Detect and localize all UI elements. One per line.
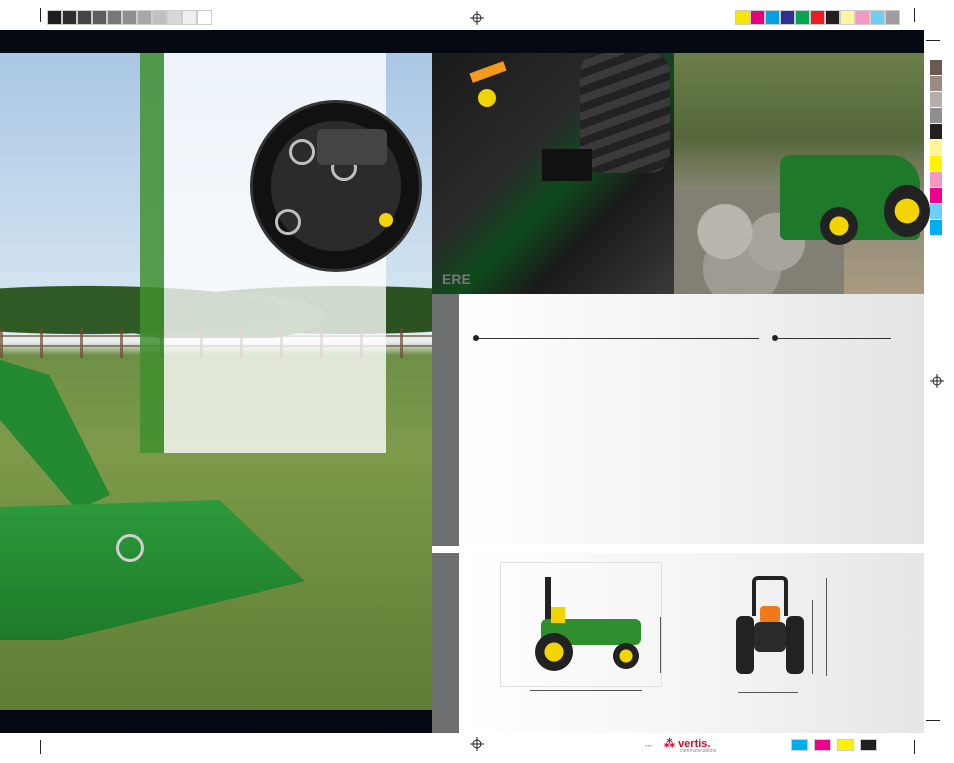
color-swatch: [765, 10, 780, 25]
cmyk-swatches: [791, 739, 877, 751]
color-swatch: [735, 10, 750, 25]
rear-view-illustration: [732, 570, 808, 680]
dimension-line: [530, 690, 642, 691]
color-bar: [735, 10, 900, 25]
cmyk-swatch: [860, 739, 877, 751]
color-swatch: [795, 10, 810, 25]
tire-decal: ERE: [442, 271, 471, 287]
grey-swatch: [107, 10, 122, 25]
callout-circle: [289, 139, 315, 165]
tire-left: [736, 616, 754, 674]
strip-swatch: [930, 92, 942, 107]
side-color-strip: [930, 60, 942, 236]
tractor-body: [754, 622, 786, 652]
yellow-knob: [478, 89, 496, 107]
crop-mark: [914, 8, 915, 22]
orange-lever: [469, 61, 507, 83]
strip-swatch: [930, 188, 942, 203]
crop-mark: [926, 40, 940, 41]
color-swatch: [855, 10, 870, 25]
grey-swatch: [92, 10, 107, 25]
dimension-line: [660, 617, 661, 673]
strip-swatch: [930, 156, 942, 171]
vendor-tagline: communications: [680, 748, 717, 754]
grayscale-bar: [47, 10, 212, 25]
tractor-wheel: [884, 185, 930, 237]
cmyk-swatch: [814, 739, 831, 751]
tractor-wheel: [535, 633, 573, 671]
grey-swatch: [62, 10, 77, 25]
yellow-knob: [379, 213, 393, 227]
side-rail: [432, 294, 459, 733]
divider: [432, 546, 924, 553]
grey-swatch: [47, 10, 62, 25]
registration-mark-icon: [470, 11, 484, 25]
features-area: [459, 294, 924, 544]
crop-mark: [40, 740, 41, 754]
pedal: [542, 149, 592, 181]
callout-circle: [275, 209, 301, 235]
strip-swatch: [930, 124, 942, 139]
grey-swatch: [167, 10, 182, 25]
accent-stripe: [140, 53, 164, 453]
tractor-photo: [780, 155, 930, 245]
color-swatch: [750, 10, 765, 25]
grey-swatch: [182, 10, 197, 25]
vendor-prefix: ▪▪▪▪▪: [645, 743, 653, 748]
footer-band: [0, 710, 432, 733]
strip-swatch: [930, 172, 942, 187]
callout-circle: [116, 534, 144, 562]
strip-swatch: [930, 140, 942, 155]
color-swatch: [840, 10, 855, 25]
grey-swatch: [137, 10, 152, 25]
grey-swatch: [77, 10, 92, 25]
seat: [551, 607, 565, 623]
registration-mark-icon: [930, 374, 944, 388]
tire-tread: [580, 53, 670, 173]
strip-swatch: [930, 108, 942, 123]
section-rule: [777, 338, 891, 339]
crop-mark: [40, 8, 41, 22]
color-swatch: [825, 10, 840, 25]
header-band: [0, 30, 924, 53]
grey-swatch: [122, 10, 137, 25]
dimension-line: [738, 692, 798, 693]
strip-swatch: [930, 76, 942, 91]
registration-mark-icon: [470, 737, 484, 751]
color-swatch: [780, 10, 795, 25]
strip-swatch: [930, 60, 942, 75]
crop-mark: [914, 740, 915, 754]
side-view-illustration: [500, 562, 662, 687]
tractor-wheel: [820, 207, 858, 245]
tractor-wheel: [613, 643, 639, 669]
tire-right: [786, 616, 804, 674]
section-rule: [478, 338, 759, 339]
dimension-line: [812, 600, 813, 674]
grey-swatch: [197, 10, 212, 25]
steering-wheel-inset: [250, 100, 422, 272]
color-swatch: [885, 10, 900, 25]
cmyk-swatch: [791, 739, 808, 751]
cmyk-swatch: [837, 739, 854, 751]
gauge-cluster: [317, 129, 387, 165]
color-swatch: [810, 10, 825, 25]
color-swatch: [870, 10, 885, 25]
operator-station-photo: ERE: [432, 53, 674, 294]
grey-swatch: [152, 10, 167, 25]
vendor-mark-icon: ⁂: [664, 738, 675, 750]
dimension-line: [826, 578, 827, 676]
strip-swatch: [930, 220, 942, 235]
strip-swatch: [930, 204, 942, 219]
crop-mark: [926, 720, 940, 721]
